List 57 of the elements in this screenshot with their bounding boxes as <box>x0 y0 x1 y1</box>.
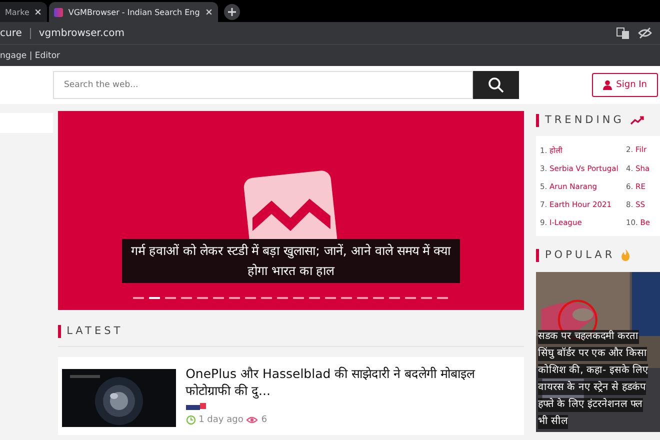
security-label: cure <box>0 28 22 38</box>
eye-icon <box>246 415 258 425</box>
popular-caption[interactable]: वायरस के नए स्ट्रेन से हडकंप <box>538 381 646 395</box>
address-url[interactable]: vgmbrowser.com <box>38 28 125 38</box>
slide-indicator[interactable] <box>421 297 432 299</box>
search-button[interactable] <box>473 71 519 99</box>
view-count: 6 <box>261 415 268 425</box>
search-field[interactable]: Search the web... <box>53 71 473 99</box>
slide-indicator[interactable] <box>309 297 320 299</box>
popular-caption[interactable]: सिंघु बॉर्डर पर एक और किसा <box>538 347 647 361</box>
slide-indicator[interactable] <box>133 297 144 299</box>
bookmark-link[interactable]: ngage | Editor <box>0 50 60 60</box>
slide-indicator[interactable] <box>165 297 176 299</box>
sign-in-button[interactable]: Sign In <box>592 73 658 97</box>
section-title: LATEST <box>66 325 124 337</box>
plus-icon[interactable] <box>226 7 237 17</box>
search-icon[interactable] <box>488 77 504 93</box>
article-title[interactable]: OnePlus और Hasselblad की साझेदारी ने बदलेगी मोबाइल फोटोग्राफी की दु... <box>186 365 520 399</box>
slide-indicator[interactable] <box>389 297 400 299</box>
browser-tab[interactable]: Marke <box>0 2 48 22</box>
popular-caption[interactable]: भी सील <box>538 415 568 429</box>
article-card[interactable]: OnePlus और Hasselblad की साझेदारी ने बदलेगी मोबाइल फोटोग्राफी की दु... 1 day ago 6 <box>58 357 524 435</box>
trending-up-icon <box>630 116 644 124</box>
slide-indicator[interactable] <box>373 297 384 299</box>
section-title: TRENDING <box>544 114 624 126</box>
slide-indicator[interactable] <box>341 297 352 299</box>
close-icon[interactable] <box>34 8 42 16</box>
clock-icon <box>186 415 196 425</box>
eye-off-icon[interactable] <box>638 26 652 40</box>
slide-indicator[interactable] <box>357 297 368 299</box>
slide-indicator[interactable] <box>325 297 336 299</box>
slide-indicator[interactable] <box>229 297 240 299</box>
slide-indicator[interactable] <box>437 297 448 299</box>
slide-indicator[interactable] <box>261 297 272 299</box>
popular-caption[interactable]: कोशिश की, कहा- इसके लिए <box>538 364 648 378</box>
article-time: 1 day ago <box>198 415 244 425</box>
hero-slide[interactable]: गर्म हवाओं को लेकर स्टडी में बड़ा खुलासा; जानें, आने वाले समय में क्या होगा भारत का हाल <box>58 111 524 310</box>
translate-icon[interactable] <box>616 26 630 40</box>
popular-caption[interactable]: सडक पर चहलकदमी करता <box>538 330 639 344</box>
slide-indicator[interactable] <box>245 297 256 299</box>
slide-indicator[interactable] <box>293 297 304 299</box>
close-icon[interactable] <box>204 8 213 16</box>
section-title: POPULAR <box>544 249 616 261</box>
site-favicon-icon <box>54 8 64 16</box>
slide-indicator[interactable] <box>181 297 192 299</box>
popular-caption[interactable]: हफ्ते के लिए इंटरनेशनल फ्ल <box>538 398 643 412</box>
slide-indicator[interactable] <box>149 297 160 299</box>
news-logo-icon <box>186 403 206 411</box>
slide-indicator[interactable] <box>197 297 208 299</box>
slide-indicator[interactable] <box>213 297 224 299</box>
user-icon[interactable] <box>603 80 612 90</box>
new-tab-button[interactable] <box>224 4 240 20</box>
hero-headline[interactable]: गर्म हवाओं को लेकर स्टडी में बड़ा खुलासा; जानें, आने वाले समय में क्या होगा भारत का हाल <box>122 239 460 283</box>
slide-indicator[interactable] <box>405 297 416 299</box>
flame-icon <box>621 249 630 261</box>
browser-tab[interactable]: VGMBrowser - Indian Search Eng <box>49 2 218 22</box>
slide-indicator[interactable] <box>277 297 288 299</box>
